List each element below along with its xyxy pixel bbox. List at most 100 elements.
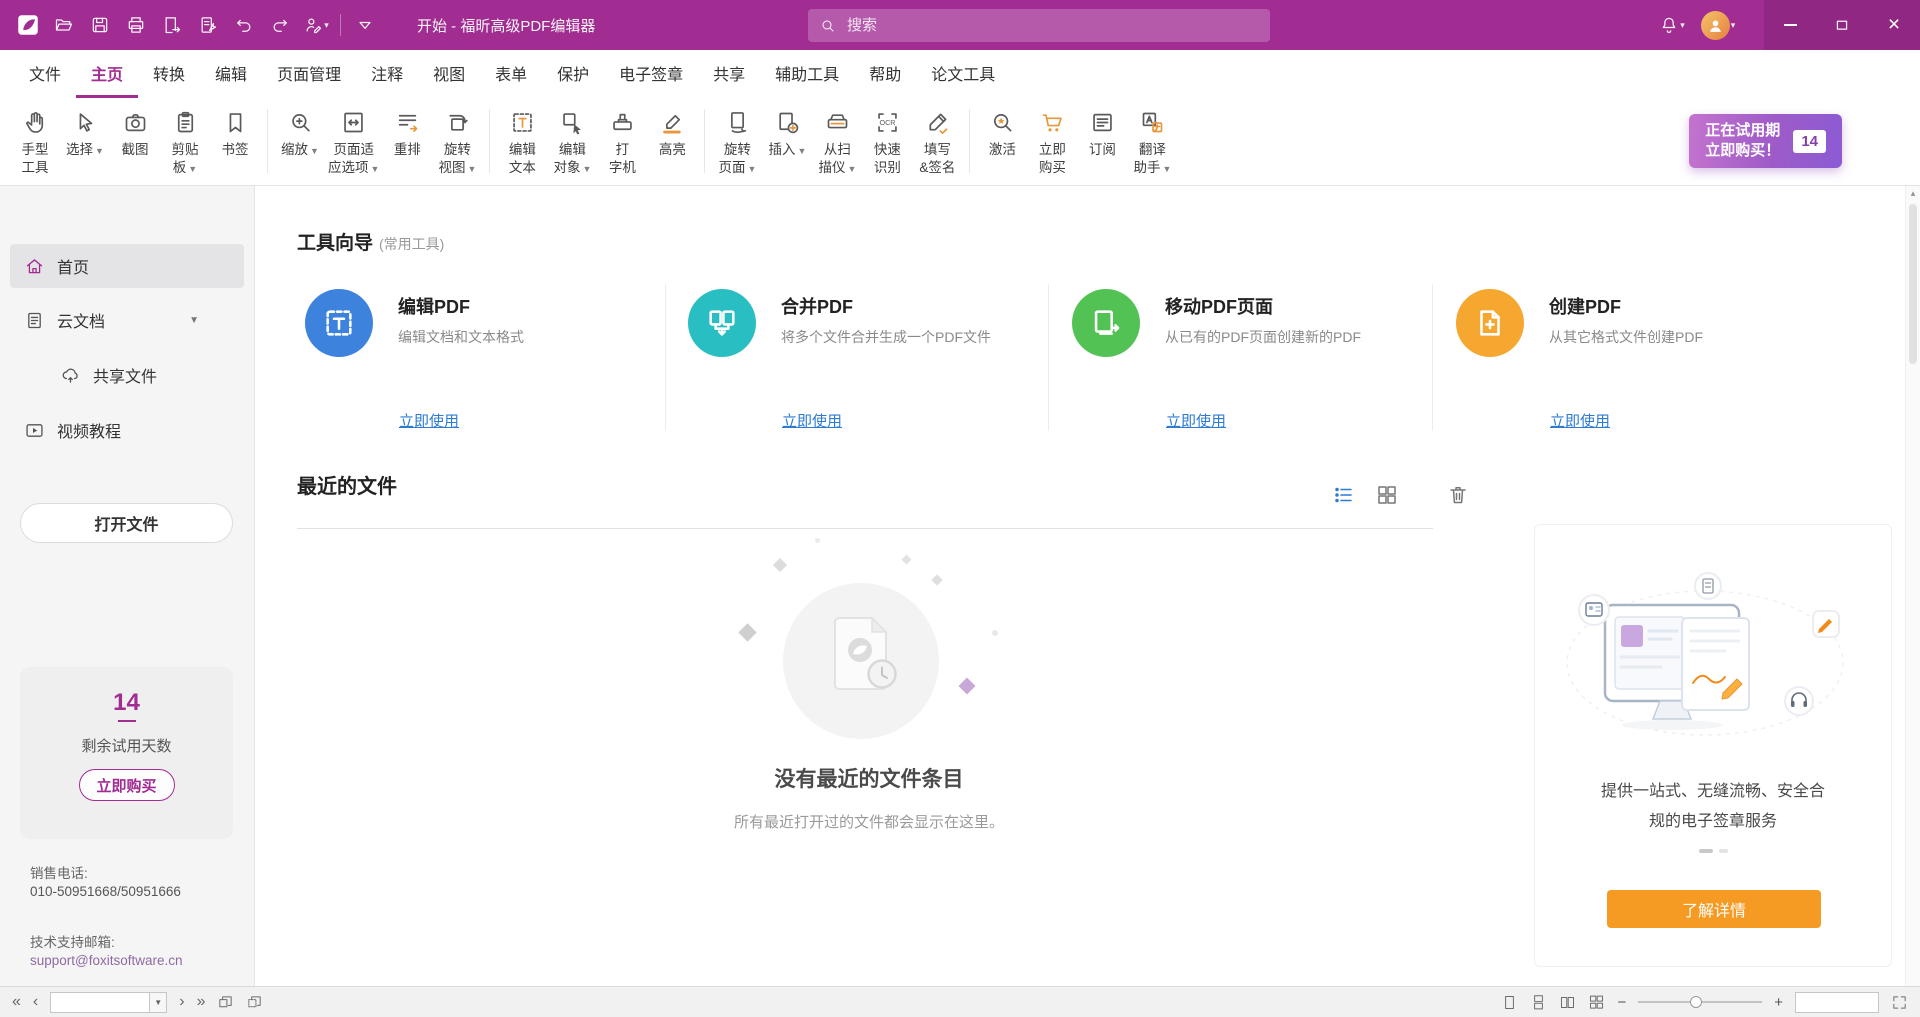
trial-buy-badge[interactable]: 正在试用期 立即购买！ 14 (1689, 114, 1842, 168)
activate-button[interactable]: 激活 (977, 107, 1027, 161)
cursor-icon (72, 109, 99, 136)
chevron-down-icon[interactable]: ▼ (189, 315, 199, 326)
move-pages-use-link[interactable]: 立即使用 (1166, 410, 1226, 431)
open-file-sidebar-button[interactable]: 打开文件 (20, 503, 233, 543)
buy-now-pill-button[interactable]: 立即购买 (79, 769, 175, 801)
zoom-slider-thumb[interactable] (1690, 996, 1702, 1008)
edit-pdf-use-link[interactable]: 立即使用 (399, 410, 459, 431)
first-page-button[interactable]: « (12, 994, 21, 1010)
merge-pdf-use-link[interactable]: 立即使用 (782, 410, 842, 431)
menu-protect[interactable]: 保护 (542, 50, 604, 98)
list-view-button[interactable] (1332, 483, 1356, 507)
scrollbar-thumb[interactable] (1909, 204, 1917, 364)
rotate-pages-button[interactable]: 旋转 页面▼ (712, 107, 762, 178)
notifications-bell-button[interactable]: ▾ (1654, 6, 1690, 44)
merge-pdf-card-icon[interactable] (688, 289, 756, 357)
save-button[interactable] (82, 6, 118, 44)
buy-now-button[interactable]: 立即 购买 (1027, 107, 1077, 178)
menu-home[interactable]: 主页 (76, 50, 138, 98)
sidebar-item-cloud-docs[interactable]: 云文档 ▼ (10, 298, 244, 342)
menu-help[interactable]: 帮助 (854, 50, 916, 98)
prev-page-button[interactable]: ‹ (33, 994, 38, 1010)
sidebar-item-home[interactable]: 首页 (10, 244, 244, 288)
menu-page-manage[interactable]: 页面管理 (262, 50, 356, 98)
undo-button[interactable] (226, 6, 262, 44)
menu-share[interactable]: 共享 (698, 50, 760, 98)
sidebar-item-shared-files[interactable]: 共享文件 (10, 353, 244, 397)
export-pdf-button[interactable] (154, 6, 190, 44)
page-number-input[interactable] (50, 992, 150, 1013)
continuous-view-icon[interactable] (1530, 994, 1547, 1011)
bookmark-button[interactable]: 书签 (210, 107, 260, 161)
facing-continuous-view-icon[interactable] (1588, 994, 1605, 1011)
search-box[interactable] (808, 9, 1270, 42)
zoom-in-button[interactable]: + (1774, 994, 1783, 1011)
maximize-restore-button[interactable] (1816, 0, 1868, 50)
menu-convert[interactable]: 转换 (138, 50, 200, 98)
select-button[interactable]: 选择▼ (60, 107, 110, 161)
scroll-up-arrow[interactable]: ▴ (1906, 188, 1920, 199)
quick-ocr-button[interactable]: OCR 快速 识别 (862, 107, 912, 178)
edit-object-button[interactable]: 编辑 对象▼ (547, 107, 597, 178)
redo-button[interactable] (262, 6, 298, 44)
support-email-link[interactable]: support@foxitsoftware.cn (30, 953, 183, 968)
menu-comment[interactable]: 注释 (356, 50, 418, 98)
camera-icon (122, 109, 149, 136)
zoom-level-input[interactable] (1795, 992, 1879, 1013)
last-page-button[interactable]: » (197, 994, 206, 1010)
translate-assistant-button[interactable]: 翻译 助手▼ (1127, 107, 1177, 178)
fill-sign-button[interactable]: 填写 &签名 (912, 107, 962, 178)
zoom-button[interactable]: 缩放▼ (275, 107, 325, 161)
zoom-slider[interactable] (1638, 995, 1762, 1009)
menu-edit[interactable]: 编辑 (200, 50, 262, 98)
edit-pdf-card-icon[interactable] (305, 289, 373, 357)
quick-access-dropdown[interactable] (347, 6, 383, 44)
esign-promo-panel: 提供一站式、无缝流畅、安全合 规的电子签章服务 了解详情 (1534, 524, 1892, 967)
facing-view-icon[interactable] (1559, 994, 1576, 1011)
print-button[interactable] (118, 6, 154, 44)
search-input[interactable] (845, 16, 1258, 35)
carousel-dot-active[interactable] (1699, 849, 1713, 853)
typewriter-button[interactable]: 打 字机 (597, 107, 647, 178)
account-avatar-button[interactable]: ▾ (1690, 6, 1746, 44)
clipboard-button[interactable]: 剪贴 板▼ (160, 107, 210, 178)
rotate-view-button[interactable]: 旋转 视图▼ (432, 107, 482, 178)
hand-tool-button[interactable]: 手型 工具 (10, 107, 60, 178)
reflow-button[interactable]: 重排 (382, 107, 432, 161)
edit-text-button[interactable]: 编辑 文本 (497, 107, 547, 178)
menu-accessibility[interactable]: 辅助工具 (760, 50, 854, 98)
clear-recent-button[interactable] (1446, 483, 1470, 507)
carousel-dot[interactable] (1719, 849, 1728, 853)
sparkle-decoration (902, 555, 912, 565)
menu-file[interactable]: 文件 (14, 50, 76, 98)
menu-form[interactable]: 表单 (480, 50, 542, 98)
menu-paper-tools[interactable]: 论文工具 (916, 50, 1010, 98)
from-scanner-button[interactable]: 从扫 描仪▼ (812, 107, 862, 178)
snapshot-pages-icon[interactable] (217, 994, 234, 1011)
share-doc-button[interactable] (190, 6, 226, 44)
insert-button[interactable]: 插入▼ (762, 107, 812, 161)
snapshot-button[interactable]: 截图 (110, 107, 160, 161)
single-page-view-icon[interactable] (1501, 994, 1518, 1011)
highlight-button[interactable]: 高亮 (647, 107, 697, 161)
next-page-button[interactable]: › (179, 994, 184, 1010)
subscribe-button[interactable]: 订阅 (1077, 107, 1127, 161)
close-button[interactable]: × (1868, 0, 1920, 50)
snapshot-pages-alt-icon[interactable] (246, 994, 263, 1011)
move-pages-card-icon[interactable] (1072, 289, 1140, 357)
minimize-button[interactable] (1764, 0, 1816, 50)
learn-more-button[interactable]: 了解详情 (1607, 890, 1821, 928)
create-pdf-use-link[interactable]: 立即使用 (1550, 410, 1610, 431)
fullscreen-icon[interactable] (1891, 994, 1908, 1011)
scrollbar[interactable]: ▴ (1905, 186, 1920, 986)
page-number-dropdown[interactable]: ▼ (150, 992, 167, 1013)
menu-esign[interactable]: 电子签章 (604, 50, 698, 98)
zoom-out-button[interactable]: − (1617, 994, 1626, 1011)
menu-view[interactable]: 视图 (418, 50, 480, 98)
grid-view-button[interactable] (1375, 483, 1399, 507)
sidebar-item-video-tutorials[interactable]: 视频教程 (10, 408, 244, 452)
esign-quick-button[interactable]: ▾ (298, 6, 334, 44)
create-pdf-card-icon[interactable] (1456, 289, 1524, 357)
fit-page-options-button[interactable]: 页面适 应选项▼ (325, 107, 382, 178)
open-file-button[interactable] (46, 6, 82, 44)
